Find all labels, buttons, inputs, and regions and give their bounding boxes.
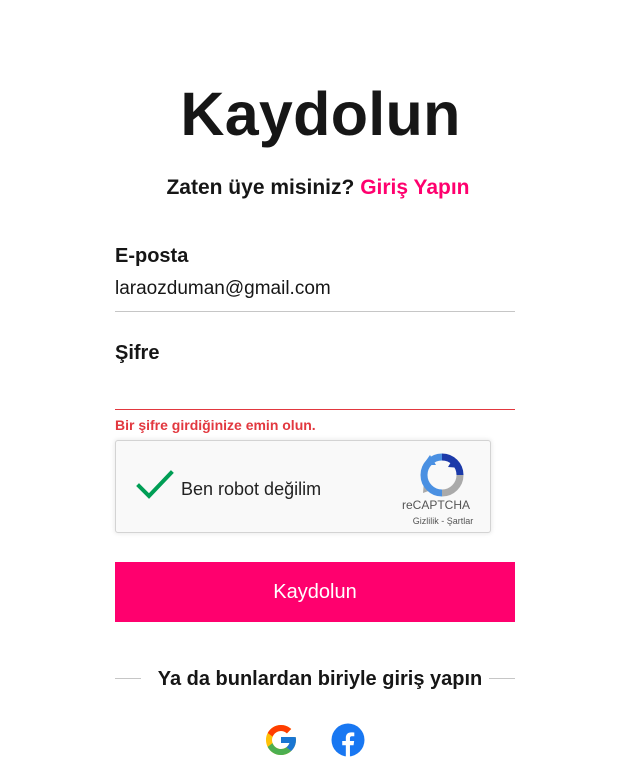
recaptcha-brand: reCAPTCHA — [401, 498, 470, 512]
recaptcha-widget: Ben robot değilim reCAPTCHA Gizlilik - Ş… — [115, 440, 491, 533]
social-divider-text: Ya da bunlardan biriyle giriş yapın — [157, 668, 483, 690]
recaptcha-privacy-link[interactable]: Gizlilik — [413, 516, 439, 526]
recaptcha-terms-link[interactable]: Şartlar — [447, 516, 474, 526]
password-error: Bir şifre girdiğinize emin olun. — [115, 417, 316, 433]
recaptcha-links: Gizlilik - Şartlar — [386, 516, 500, 527]
recaptcha-logo-icon — [420, 453, 464, 497]
login-prompt-text: Zaten üye misiniz? — [166, 176, 355, 199]
page-title: Kaydolun — [180, 80, 461, 148]
login-link[interactable]: Giriş Yapın — [360, 176, 469, 199]
signup-button[interactable]: Kaydolun — [115, 562, 515, 622]
email-field[interactable] — [115, 274, 515, 304]
recaptcha-links-separator: - — [438, 516, 447, 526]
recaptcha-label: Ben robot değilim — [181, 479, 322, 499]
password-field[interactable] — [115, 374, 515, 404]
login-prompt: Zaten üye misiniz? Giriş Yapın — [0, 174, 636, 202]
email-underline — [115, 311, 515, 312]
email-label: E-posta — [115, 245, 189, 267]
password-underline — [115, 409, 515, 410]
facebook-icon[interactable] — [330, 722, 366, 758]
divider-line-right — [489, 678, 515, 679]
google-icon[interactable] — [263, 722, 299, 758]
password-label: Şifre — [115, 342, 160, 364]
checkmark-icon[interactable] — [136, 469, 174, 501]
divider-line-left — [115, 678, 141, 679]
